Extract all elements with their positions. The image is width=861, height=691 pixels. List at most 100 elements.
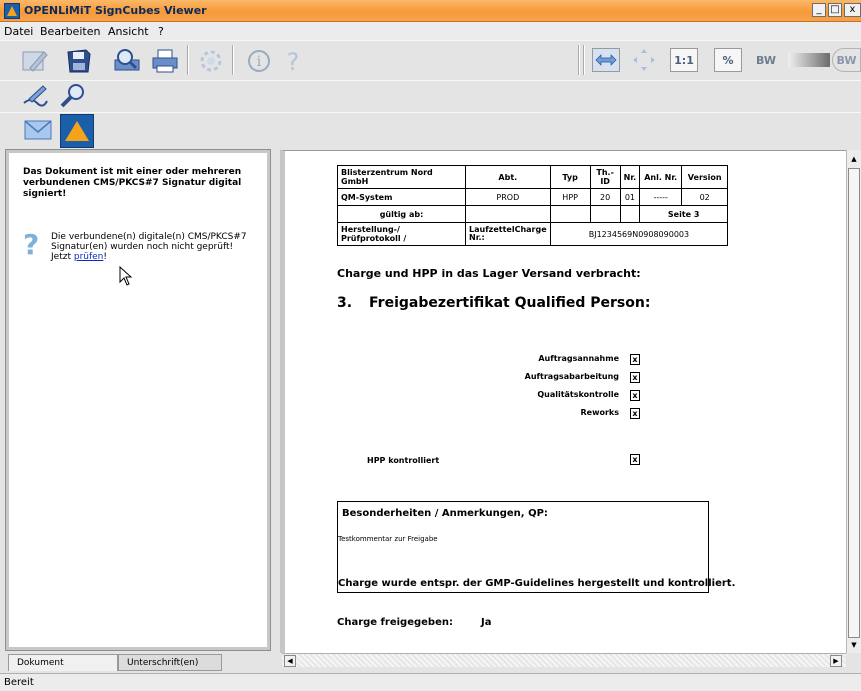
floppy-disk-icon [67, 49, 91, 73]
checklist-label: Reworks [580, 408, 620, 417]
info-button[interactable]: i [242, 44, 276, 78]
verify-now-link[interactable]: prüfen [74, 252, 104, 262]
signcubes-logo-icon [65, 121, 89, 141]
toolbar-separator [583, 45, 585, 75]
gmp-statement: Charge wurde entspr. der GMP-Guidelines … [338, 578, 736, 589]
header-typ: HPP [549, 188, 591, 206]
info-icon: i [248, 50, 270, 72]
menu-bar: Datei Bearbeiten Ansicht ? [0, 22, 861, 40]
menu-bearbeiten[interactable]: Bearbeiten [40, 25, 100, 38]
checklist-checkbox: x [630, 354, 640, 365]
header-col-nr: Nr. [619, 165, 641, 189]
hpp-label: HPP kontrolliert [367, 456, 440, 465]
section-title: Freigabezertifikat Qualified Person: [369, 295, 651, 311]
tab-unterschriften[interactable]: Unterschrift(en) [118, 654, 222, 671]
scroll-down-arrow-icon[interactable]: ▼ [848, 638, 860, 652]
vertical-scrollbar[interactable]: ▲ ▼ [846, 150, 861, 653]
mouse-cursor-icon [119, 266, 133, 286]
verify-signature-button[interactable] [18, 81, 52, 111]
mail-mode-button[interactable] [22, 114, 54, 146]
header-abt: PROD [465, 188, 551, 206]
print-button[interactable] [148, 44, 182, 78]
checklist-checkbox: x [630, 390, 640, 401]
fit-width-button[interactable] [592, 48, 620, 72]
signature-panel: Das Dokument ist mit einer oder mehreren… [5, 149, 271, 651]
save-button[interactable] [62, 44, 96, 78]
section-number: 3. [337, 295, 353, 311]
status-bar: Bereit [0, 673, 861, 691]
menu-help[interactable]: ? [158, 25, 164, 38]
tab-dokument[interactable]: Dokument [8, 654, 118, 671]
maximize-button[interactable]: □ [828, 3, 842, 17]
notes-box: Besonderheiten / Anmerkungen, QP: Testko… [337, 501, 735, 593]
hpp-checkbox: x [630, 454, 640, 465]
horizontal-scrollbar[interactable]: ◀ ▶ [282, 653, 846, 667]
checklist-checkbox: x [630, 372, 640, 383]
checklist-checkbox: x [630, 408, 640, 419]
checklist-label: Auftragsabarbeitung [524, 372, 619, 381]
fit-page-icon [633, 49, 655, 71]
inspect-signature-button[interactable] [56, 81, 90, 111]
print-preview-button[interactable] [110, 44, 144, 78]
zoom-percent-button[interactable]: % [714, 48, 742, 72]
header-col-typ: Typ [549, 165, 591, 189]
checklist-label: Auftragsannahme [538, 354, 619, 363]
header-page: Seite 3 [639, 205, 729, 223]
verify-message-text: Die verbundene(n) digitale(n) CMS/PKCS#7… [51, 232, 247, 252]
scroll-right-arrow-icon[interactable]: ▶ [830, 655, 842, 667]
verify-suffix: ! [103, 252, 107, 262]
header-col-thid: Th.-ID [589, 165, 621, 189]
settings-button[interactable] [194, 44, 228, 78]
magnifier-icon [60, 84, 84, 108]
sign-pen-icon [22, 51, 48, 72]
header-anl: ----- [639, 188, 683, 206]
scroll-left-arrow-icon[interactable]: ◀ [284, 655, 296, 667]
header-valid-from: gültig ab: [337, 205, 466, 223]
printer-icon [152, 49, 178, 73]
sign-document-button[interactable] [18, 44, 52, 78]
signature-pen-icon [23, 85, 48, 107]
title-bar: OPENLiMiT SignCubes Viewer _ □ x [0, 0, 861, 22]
black-white-inverse-button[interactable]: BW [832, 48, 861, 72]
release-label: Charge freigegeben: [337, 617, 453, 628]
mode-toolbar [0, 112, 861, 148]
header-thid: 20 [589, 188, 621, 206]
black-white-button[interactable]: BW [752, 48, 780, 72]
vertical-scroll-thumb[interactable] [848, 168, 860, 638]
toolbar-separator [232, 45, 234, 75]
app-logo-icon [4, 3, 20, 19]
svg-text:i: i [257, 54, 262, 70]
header-nr: 01 [619, 188, 641, 206]
signcubes-mode-button[interactable] [60, 114, 94, 148]
toolbar-separator [578, 45, 580, 75]
document-header-table: Blisterzentrum Nord GmbH Abt. Typ Th.-ID… [337, 165, 729, 246]
menu-datei[interactable]: Datei [4, 25, 33, 38]
notes-title: Besonderheiten / Anmerkungen, QP: [342, 508, 548, 519]
header-charge-number: BJ1234569N0908090003 [549, 222, 729, 246]
verify-prefix: Jetzt [51, 252, 71, 262]
signature-status-text: Das Dokument ist mit einer oder mehreren… [23, 167, 242, 199]
menu-ansicht[interactable]: Ansicht [108, 25, 149, 38]
close-button[interactable]: x [844, 3, 861, 17]
print-preview-icon [114, 49, 140, 71]
toolbar-separator [187, 45, 189, 75]
header-laufzettel: LaufzettelCharge Nr.: [465, 222, 551, 246]
fit-width-icon [595, 54, 617, 66]
document-viewer[interactable]: Blisterzentrum Nord GmbH Abt. Typ Th.-ID… [280, 150, 846, 653]
notes-text: Testkommentar zur Freigabe [338, 535, 438, 543]
scroll-up-arrow-icon[interactable]: ▲ [848, 152, 860, 166]
header-company: Blisterzentrum Nord GmbH [337, 165, 466, 189]
zoom-actual-size-button[interactable]: 1:1 [670, 48, 698, 72]
contrast-gradient[interactable] [788, 53, 830, 67]
header-version: 02 [681, 188, 729, 206]
fit-page-button[interactable] [630, 48, 658, 72]
header-col-version: Version [681, 165, 729, 189]
panel-tabs: Dokument Unterschrift(en) [8, 654, 272, 672]
release-value: Ja [481, 617, 492, 628]
minimize-button[interactable]: _ [812, 3, 826, 17]
signature-toolbar [0, 80, 861, 112]
question-mark-icon: ? [23, 228, 40, 261]
help-button[interactable]: ? [276, 44, 310, 78]
intro-text: Charge und HPP in das Lager Versand verb… [337, 267, 641, 280]
status-text: Bereit [4, 677, 34, 688]
